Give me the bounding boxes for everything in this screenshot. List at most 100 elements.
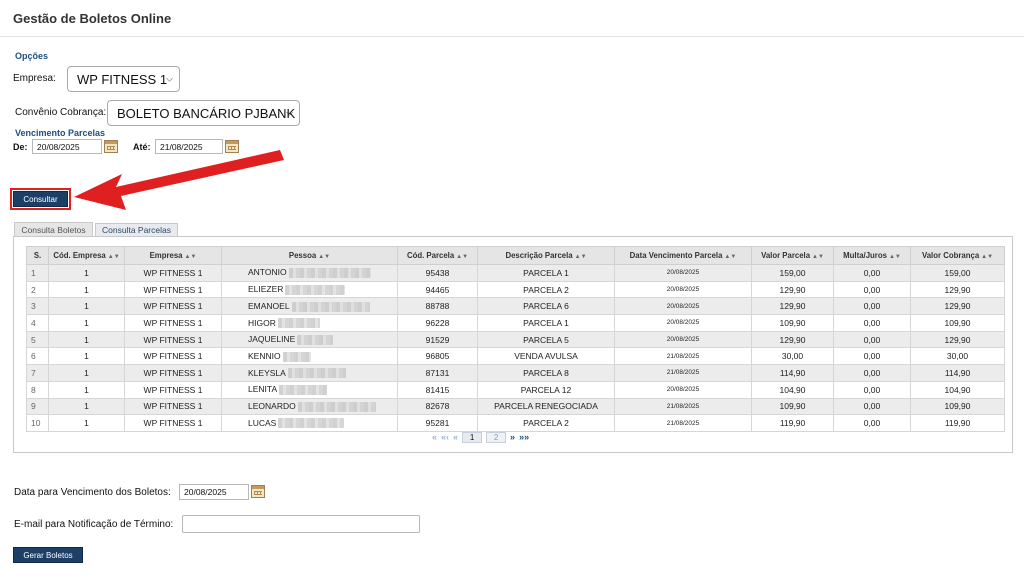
- column-header[interactable]: Pessoa ▲▼: [221, 246, 398, 265]
- row-index: 6: [26, 347, 49, 366]
- data-vencimento-cell: 20/08/2025: [614, 264, 752, 282]
- pessoa-cell: LEONARDO: [221, 397, 398, 416]
- next-page-button[interactable]: »: [510, 432, 515, 442]
- cod-empresa-cell: 1: [48, 397, 125, 416]
- empresa-cell: WP FITNESS 1: [124, 380, 222, 399]
- last-page-button[interactable]: »»: [519, 432, 529, 442]
- redacted-name-blur: [287, 368, 346, 379]
- redacted-name-blur: [278, 418, 345, 429]
- descricao-cell: PARCELA 5: [477, 330, 615, 349]
- cod-parcela-cell: 88788: [397, 297, 478, 316]
- data-vencimento-cell: 21/08/2025: [614, 414, 752, 432]
- pessoa-cell: KLEYSLA: [221, 364, 398, 382]
- sort-icon: ▲▼: [318, 254, 331, 260]
- cod-parcela-cell: 94465: [397, 280, 478, 299]
- table-row[interactable]: 10 1 WP FITNESS 1 LUCAS 95281 PARCELA 2 21/08/…: [26, 414, 1005, 432]
- table-row[interactable]: 9 1 WP FITNESS 1 LEONARDO 82678 PARCELA RENEG…: [26, 397, 1005, 416]
- multa-juros-cell: 0,00: [833, 280, 911, 299]
- table-row[interactable]: 1 1 WP FITNESS 1 ANTONIO 95438 PARCELA 1 20/08…: [26, 264, 1005, 282]
- vencimento-boletos-input[interactable]: 20/08/2025: [179, 484, 249, 500]
- column-header[interactable]: Cód. Parcela ▲▼: [397, 246, 478, 265]
- table-row[interactable]: 4 1 WP FITNESS 1 HIGOR 96228 PARCELA 1 20/08/2…: [26, 314, 1005, 332]
- sort-icon: ▲▼: [812, 254, 824, 260]
- page-number-current[interactable]: 1: [462, 431, 483, 443]
- valor-cobranca-cell: 129,90: [910, 330, 1005, 349]
- vencimento-boletos-label: Data para Vencimento dos Boletos:: [14, 487, 171, 498]
- redacted-name-blur: [279, 385, 328, 396]
- table-header-row: S. Cód. Empresa ▲▼ Empresa ▲▼ Pessoa ▲▼ Cód…: [26, 246, 1005, 265]
- gerar-boletos-button[interactable]: Gerar Boletos: [13, 547, 83, 563]
- data-vencimento-cell: 21/08/2025: [614, 347, 752, 366]
- cod-empresa-cell: 1: [48, 364, 125, 382]
- pessoa-cell: LENITA: [221, 380, 398, 399]
- multa-juros-cell: 0,00: [833, 414, 911, 432]
- cod-parcela-cell: 95281: [397, 414, 478, 432]
- cod-empresa-cell: 1: [48, 264, 125, 282]
- valor-parcela-cell: 104,90: [751, 380, 834, 399]
- row-index: 3: [26, 297, 49, 316]
- empresa-cell: WP FITNESS 1: [124, 364, 222, 382]
- empresa-cell: WP FITNESS 1: [124, 330, 222, 349]
- valor-cobranca-cell: 159,00: [910, 264, 1005, 282]
- data-vencimento-cell: 20/08/2025: [614, 297, 752, 316]
- tab-consulta-parcelas[interactable]: Consulta Parcelas: [95, 223, 178, 236]
- sort-icon: ▲▼: [888, 254, 901, 260]
- annotation-arrow-shape: [74, 150, 284, 210]
- multa-juros-cell: 0,00: [833, 397, 911, 416]
- column-header[interactable]: Valor Cobrança ▲▼: [910, 246, 1005, 265]
- column-header[interactable]: Data Vencimento Parcela ▲▼: [614, 246, 752, 265]
- multa-juros-cell: 0,00: [833, 330, 911, 349]
- descricao-cell: PARCELA 1: [477, 264, 615, 282]
- empresa-cell: WP FITNESS 1: [124, 397, 222, 416]
- row-index: 9: [26, 397, 49, 416]
- sort-icon: ▲▼: [184, 254, 197, 260]
- descricao-cell: PARCELA 12: [477, 380, 615, 399]
- descricao-cell: PARCELA 2: [477, 280, 615, 299]
- sort-icon: ▲▼: [456, 254, 469, 260]
- valor-parcela-cell: 30,00: [751, 347, 834, 366]
- multa-juros-cell: 0,00: [833, 264, 911, 282]
- table-row[interactable]: 5 1 WP FITNESS 1 JAQUELINE 91529 PARCELA 5 20/…: [26, 330, 1005, 349]
- pessoa-cell: EMANOEL: [221, 297, 398, 316]
- empresa-cell: WP FITNESS 1: [124, 297, 222, 316]
- column-header[interactable]: Empresa ▲▼: [124, 246, 222, 265]
- cod-parcela-cell: 95438: [397, 264, 478, 282]
- prev-block-button[interactable]: «‹: [441, 432, 449, 442]
- prev-page-button[interactable]: «: [453, 432, 458, 442]
- pessoa-cell: HIGOR: [221, 314, 398, 332]
- descricao-cell: VENDA AVULSA: [477, 347, 615, 366]
- column-header[interactable]: Valor Parcela ▲▼: [751, 246, 834, 265]
- column-header[interactable]: Cód. Empresa ▲▼: [48, 246, 125, 265]
- first-page-button[interactable]: «: [432, 432, 437, 442]
- column-header[interactable]: Descrição Parcela ▲▼: [477, 246, 615, 265]
- cod-empresa-cell: 1: [48, 330, 125, 349]
- row-index: 4: [26, 314, 49, 332]
- empresa-cell: WP FITNESS 1: [124, 414, 222, 432]
- empresa-cell: WP FITNESS 1: [124, 314, 222, 332]
- table-row[interactable]: 2 1 WP FITNESS 1 ELIEZER 94465 PARCELA 2 20/08…: [26, 280, 1005, 299]
- cod-empresa-cell: 1: [48, 347, 125, 366]
- table-row[interactable]: 6 1 WP FITNESS 1 KENNIO 96805 VENDA AVULSA 21/…: [26, 347, 1005, 366]
- redacted-name-blur: [297, 401, 376, 412]
- cod-empresa-cell: 1: [48, 414, 125, 432]
- multa-juros-cell: 0,00: [833, 297, 911, 316]
- valor-parcela-cell: 109,90: [751, 314, 834, 332]
- column-header[interactable]: S.: [26, 246, 49, 265]
- data-vencimento-cell: 20/08/2025: [614, 380, 752, 399]
- table-row[interactable]: 8 1 WP FITNESS 1 LENITA 81415 PARCELA 12 20/08…: [26, 380, 1005, 399]
- multa-juros-cell: 0,00: [833, 364, 911, 382]
- table-body: 1 1 WP FITNESS 1 ANTONIO 95438 PARCELA 1 20/08…: [26, 264, 1005, 432]
- pagination: « «‹ « 1 2 » »»: [432, 431, 533, 443]
- row-index: 8: [26, 380, 49, 399]
- email-input[interactable]: [182, 515, 420, 533]
- cod-parcela-cell: 96228: [397, 314, 478, 332]
- page-number[interactable]: 2: [486, 431, 507, 443]
- tab-consulta-boletos[interactable]: Consulta Boletos: [14, 222, 93, 236]
- row-index: 5: [26, 330, 49, 349]
- calendar-icon[interactable]: [251, 485, 265, 498]
- table-row[interactable]: 3 1 WP FITNESS 1 EMANOEL 88788 PARCELA 6 20/08…: [26, 297, 1005, 316]
- table-row[interactable]: 7 1 WP FITNESS 1 KLEYSLA 87131 PARCELA 8 21/08…: [26, 364, 1005, 382]
- cod-empresa-cell: 1: [48, 314, 125, 332]
- multa-juros-cell: 0,00: [833, 380, 911, 399]
- column-header[interactable]: Multa/Juros ▲▼: [833, 246, 911, 265]
